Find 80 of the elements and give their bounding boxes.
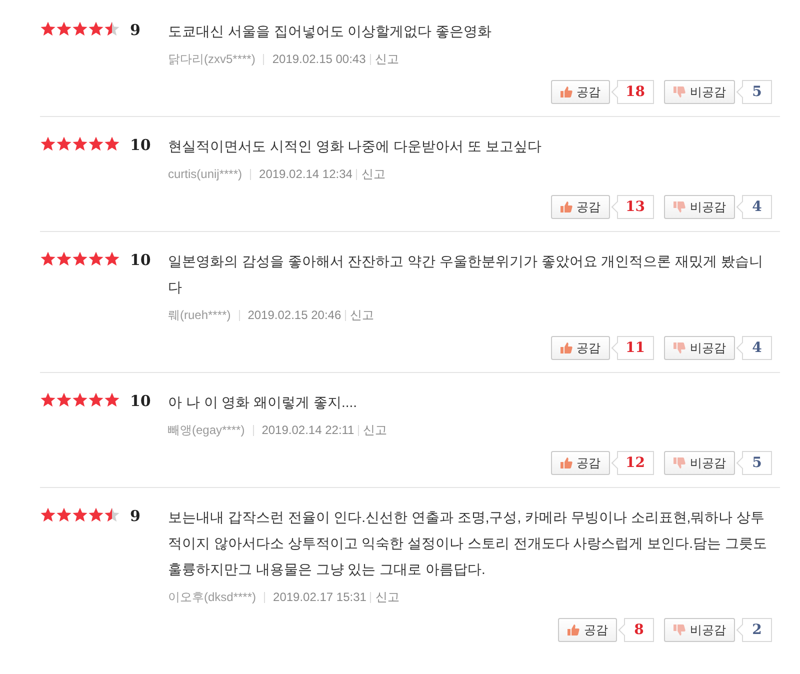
like-count: 12 <box>626 454 645 472</box>
star-icon <box>104 21 120 37</box>
like-count: 11 <box>626 338 645 358</box>
review-text: 도쿄대신 서울을 집어넣어도 이상할게없다 좋은영화 <box>168 22 493 41</box>
star-icon <box>40 136 56 152</box>
like-button[interactable]: 공감 <box>550 336 610 360</box>
thumbs-up-icon <box>560 342 573 354</box>
star-icon <box>56 136 72 152</box>
star-icon <box>56 251 72 267</box>
star-icon <box>88 507 104 523</box>
star-icon <box>104 251 120 267</box>
rating-score: 10 <box>130 136 151 154</box>
like-count: 18 <box>626 82 645 102</box>
rating-score: 10 <box>130 392 151 410</box>
review-date: 2019.02.14 12:34 <box>259 166 352 183</box>
star-icon <box>104 392 120 408</box>
review-text: 아 나 이 영화 왜이렇게 좋지.... <box>168 393 358 412</box>
review-date: 2019.02.15 00:43 <box>272 51 366 68</box>
star-icon <box>72 251 88 267</box>
star-icon <box>56 392 72 408</box>
review-text: 보는내내 갑작스런 전율이 인다.신선한 연출과 조명,구성, 카메라 무빙이나 소리표현,뭐하나 상투적이지 않아서다소 상투적이고 익숙한 설정이나 스토리 전개도다 사랑스럽게 보인다.담는 그릇도 훌륭하지만그 내용물은 그냥 있는 그대로 아름답다. <box>168 508 768 579</box>
dislike-count: 5 <box>752 454 762 472</box>
like-button[interactable]: 공감 <box>550 195 610 219</box>
report-link[interactable]: 신고 <box>375 588 400 606</box>
review-date: 2019.02.14 22:11 <box>262 422 354 439</box>
star-icon <box>88 21 104 37</box>
rating-score: 9 <box>130 507 140 525</box>
author-name: 뤠(rueh****) <box>168 307 231 324</box>
author-name: 이오후(dksd****) <box>168 589 256 606</box>
like-count: 8 <box>634 620 644 640</box>
star-icon <box>72 392 88 408</box>
dislike-button[interactable]: 비공감 <box>664 336 735 360</box>
thumbs-up-icon <box>560 457 573 469</box>
star-icon <box>72 507 88 523</box>
star-icon <box>56 21 72 37</box>
star-icon <box>40 251 56 267</box>
review-text: 일본영화의 감성을 좋아해서 잔잔하고 약간 우울한분위기가 좋았어요 개인적으론 재밌게 봤습니다 <box>168 252 764 297</box>
review-text: 현실적이면서도 시적인 영화 나중에 다운받아서 또 보고싶다 <box>168 137 542 156</box>
star-icon <box>88 392 104 408</box>
star-icon <box>88 136 104 152</box>
thumbs-up-icon <box>567 624 580 636</box>
dislike-button[interactable]: 비공감 <box>664 618 735 642</box>
like-button[interactable]: 공감 <box>550 451 610 475</box>
rating-score: 10 <box>130 251 151 269</box>
thumbs-down-icon <box>673 457 686 469</box>
report-link[interactable]: 신고 <box>363 421 388 439</box>
report-link[interactable]: 신고 <box>374 50 399 68</box>
star-icon <box>104 507 120 523</box>
dislike-count: 4 <box>752 338 762 358</box>
thumbs-down-icon <box>673 342 686 354</box>
like-count: 13 <box>626 198 645 216</box>
author-name: curtis(unij****) <box>168 166 242 183</box>
star-icon <box>72 136 88 152</box>
star-icon <box>40 21 56 37</box>
dislike-count: 5 <box>752 82 762 102</box>
review-date: 2019.02.17 15:31 <box>273 589 366 606</box>
dislike-count: 2 <box>752 620 762 640</box>
like-button[interactable]: 공감 <box>550 80 610 104</box>
thumbs-down-icon <box>673 201 686 213</box>
thumbs-up-icon <box>560 201 573 213</box>
thumbs-down-icon <box>673 86 686 98</box>
dislike-button[interactable]: 비공감 <box>664 80 735 104</box>
star-icon <box>40 507 56 523</box>
dislike-button[interactable]: 비공감 <box>664 195 735 219</box>
report-link[interactable]: 신고 <box>361 165 386 183</box>
dislike-count: 4 <box>752 198 762 216</box>
thumbs-down-icon <box>673 624 686 636</box>
thumbs-up-icon <box>560 86 573 98</box>
star-icon <box>40 392 56 408</box>
dislike-button[interactable]: 비공감 <box>664 451 735 475</box>
rating-score: 9 <box>130 21 140 39</box>
author-name: 닭다리(zxv5****) <box>168 51 256 68</box>
report-link[interactable]: 신고 <box>350 306 374 324</box>
author-name: 빼앵(egay****) <box>168 422 245 439</box>
star-icon <box>88 251 104 267</box>
review-date: 2019.02.15 20:46 <box>248 307 342 324</box>
star-icon <box>72 21 88 37</box>
like-button[interactable]: 공감 <box>558 618 617 642</box>
star-icon <box>56 507 72 523</box>
star-icon <box>104 136 120 152</box>
